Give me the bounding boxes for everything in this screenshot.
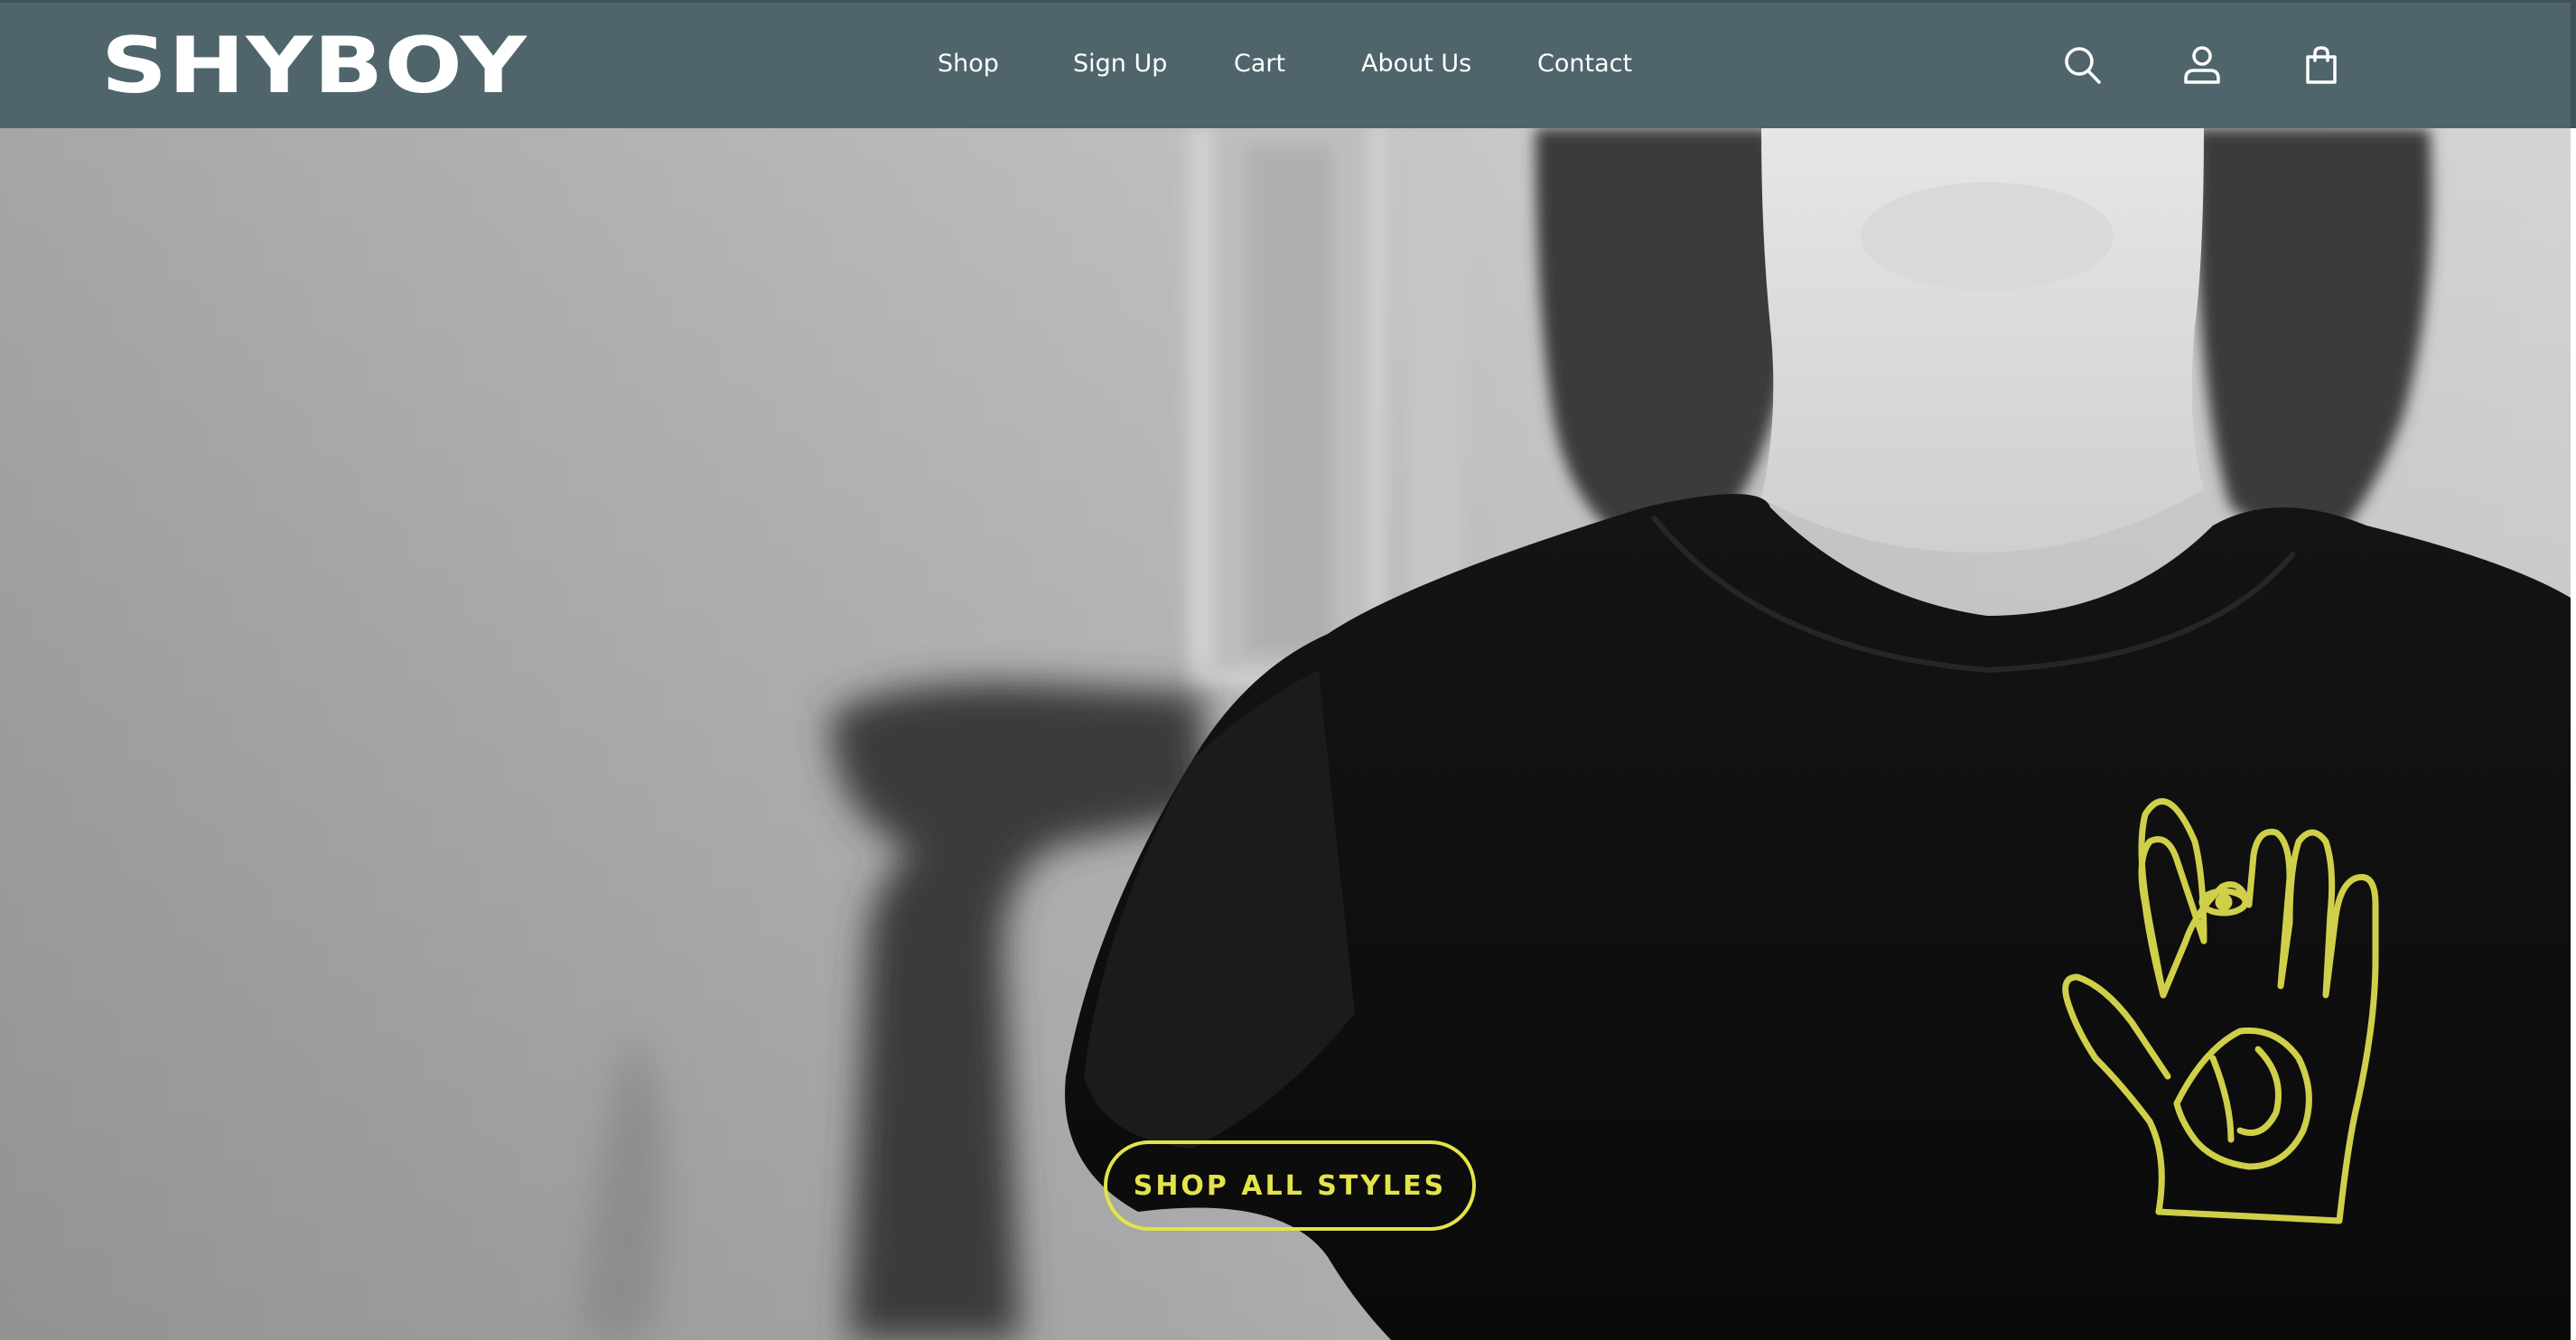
nav-link-sign-up[interactable]: Sign Up: [1073, 46, 1167, 82]
nav-link-cart[interactable]: Cart: [1234, 46, 1285, 82]
nav-link-shop[interactable]: Shop: [938, 46, 999, 82]
search-icon[interactable]: [2063, 44, 2103, 86]
page: SHYBOY Shop Sign Up Cart About Us Contac…: [0, 0, 2576, 1340]
shopping-bag-icon[interactable]: [2301, 44, 2341, 86]
account-icon[interactable]: [2182, 44, 2222, 86]
hero-banner: SHOP ALL STYLES: [0, 128, 2571, 1340]
shop-all-styles-button[interactable]: SHOP ALL STYLES: [1104, 1140, 1476, 1231]
nav-link-contact[interactable]: Contact: [1537, 46, 1632, 82]
nav-link-about-us[interactable]: About Us: [1361, 46, 1471, 82]
site-header: SHYBOY Shop Sign Up Cart About Us Contac…: [0, 0, 2576, 128]
brand-logo[interactable]: SHYBOY: [101, 27, 527, 105]
